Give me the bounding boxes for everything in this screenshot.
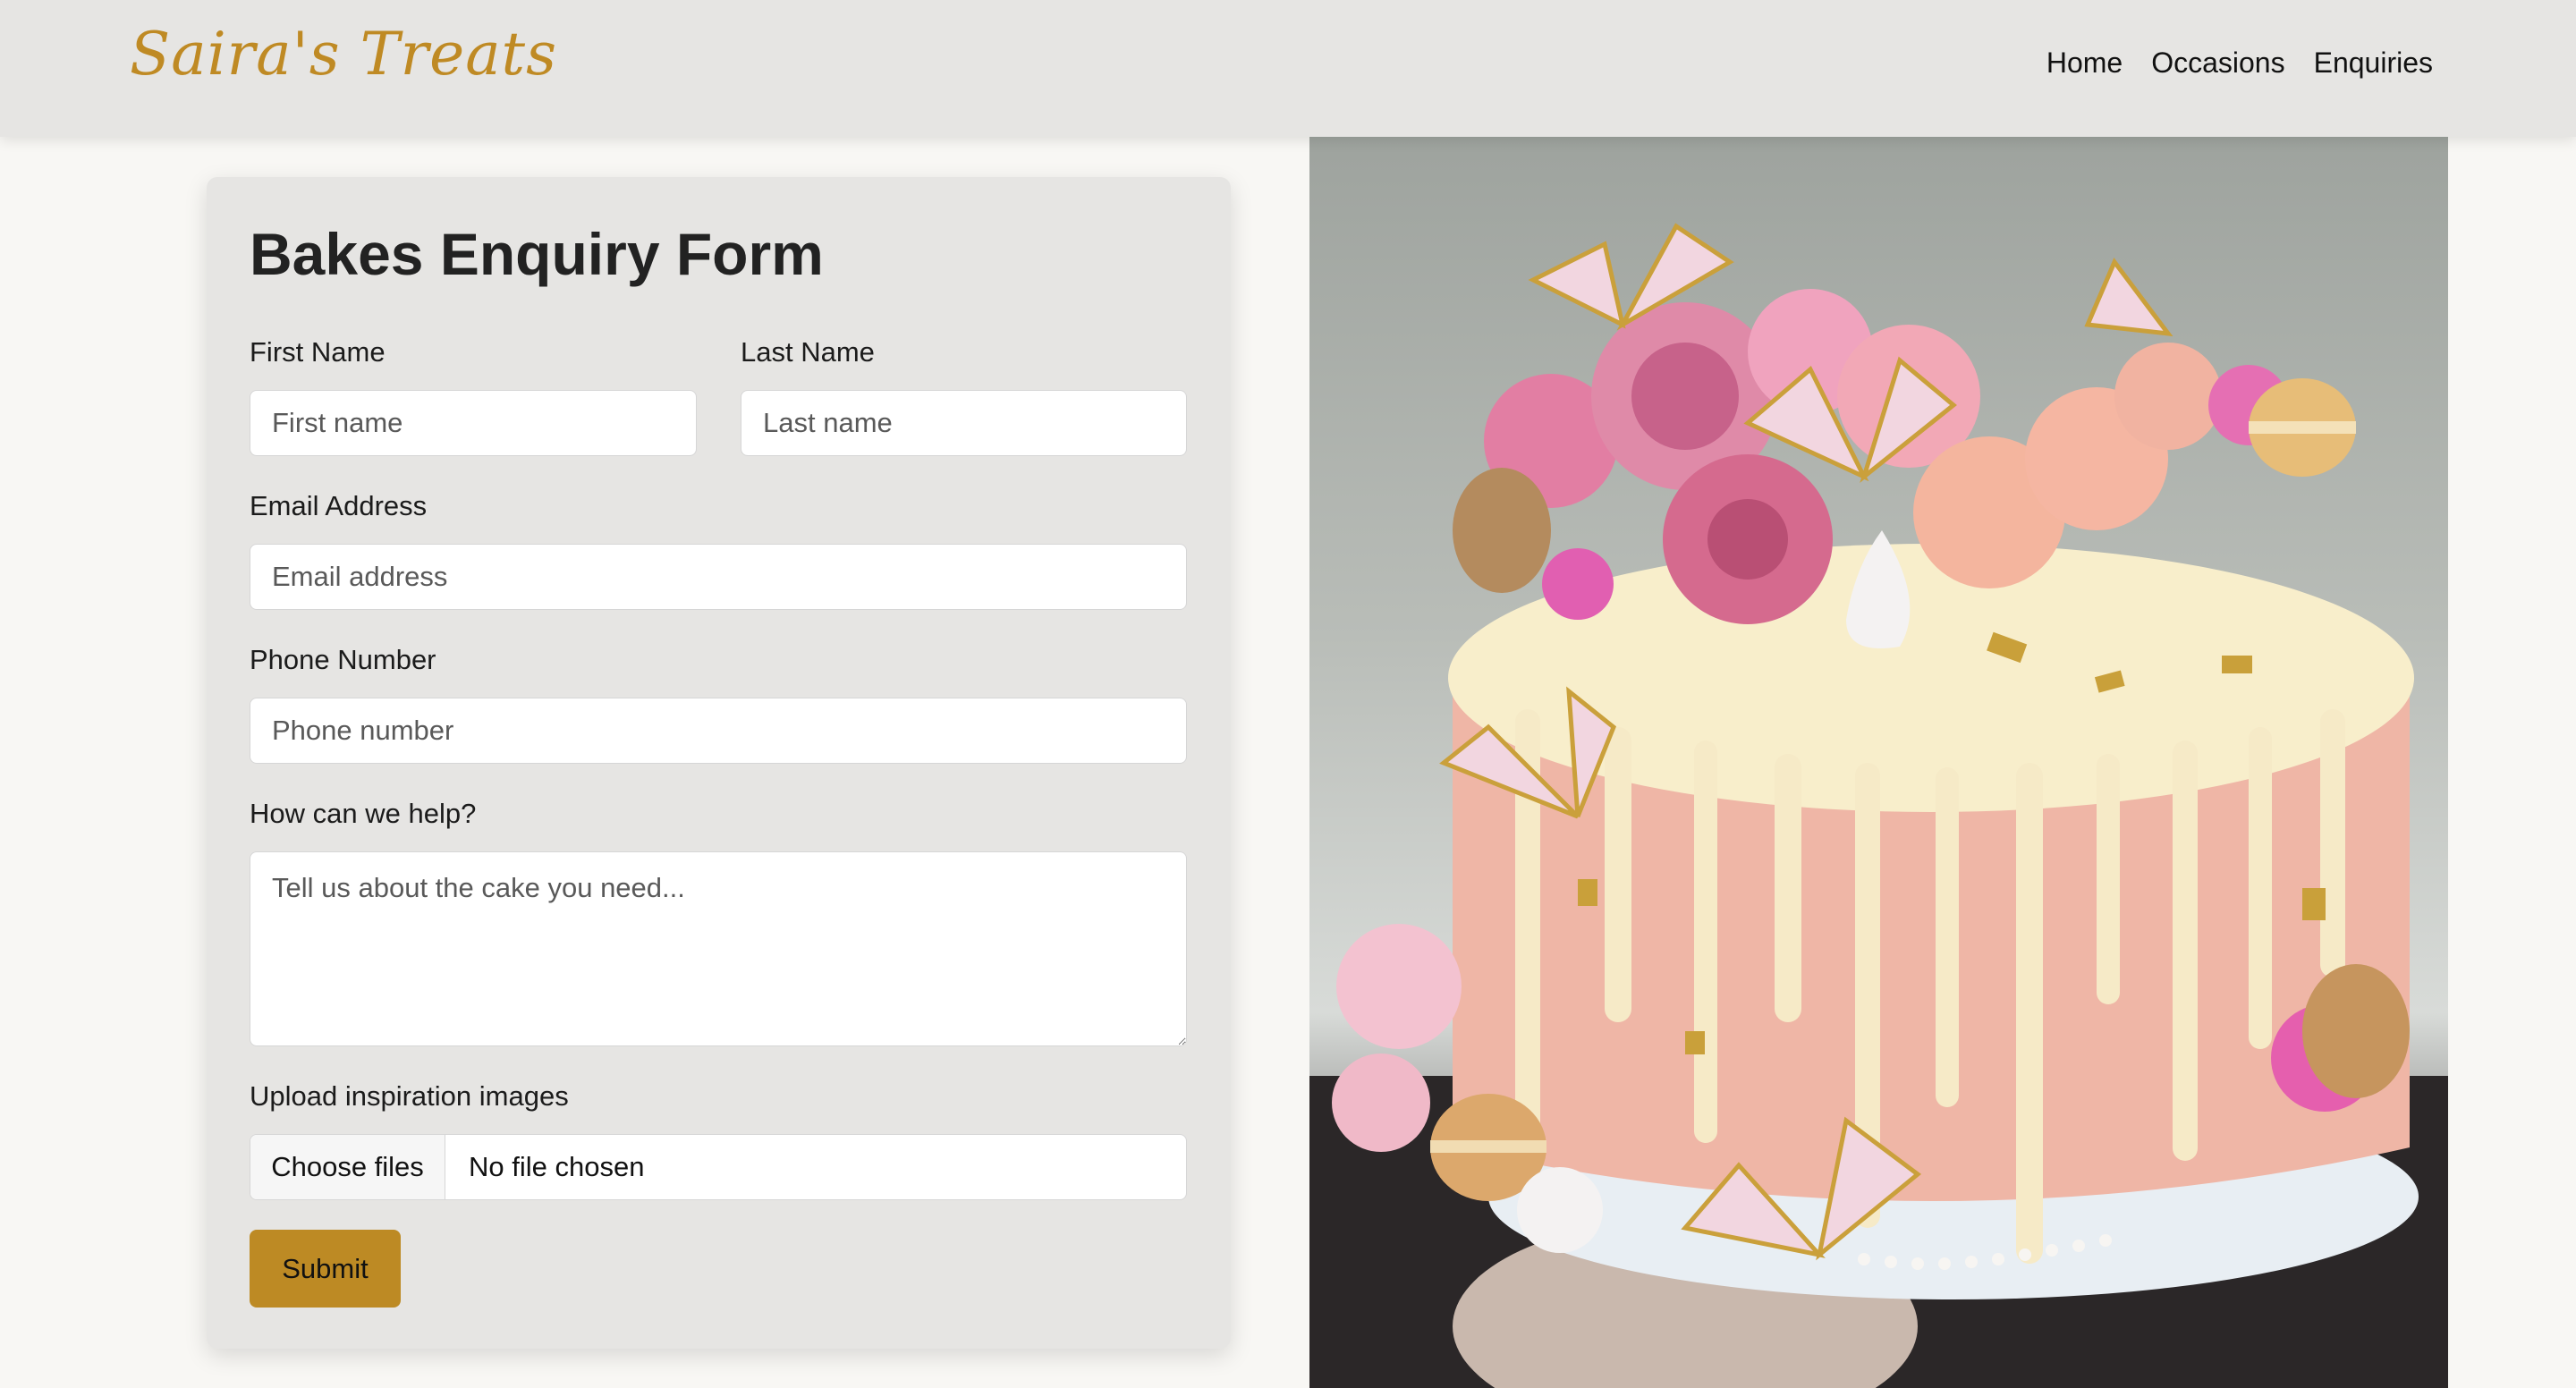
last-name-label: Last Name: [741, 336, 875, 368]
nav-home-link[interactable]: Home: [2046, 47, 2123, 80]
phone-label: Phone Number: [250, 644, 436, 675]
email-label: Email Address: [250, 490, 428, 521]
last-name-input[interactable]: [741, 390, 1187, 456]
message-label: How can we help?: [250, 798, 477, 829]
file-status-text: No file chosen: [469, 1151, 645, 1182]
message-textarea[interactable]: [250, 851, 1187, 1046]
email-input[interactable]: [250, 544, 1187, 610]
choose-files-button[interactable]: Choose files: [250, 1135, 445, 1199]
nav-enquiries-link[interactable]: Enquiries: [2314, 47, 2433, 80]
file-upload-input[interactable]: Choose files No file chosen: [250, 1134, 1187, 1200]
first-name-label: First Name: [250, 336, 386, 368]
phone-input[interactable]: [250, 698, 1187, 764]
upload-label: Upload inspiration images: [250, 1080, 569, 1112]
nav-occasions-link[interactable]: Occasions: [2151, 47, 2284, 80]
navbar: Saira's Treats Home Occasions Enquiries: [0, 0, 2576, 137]
brand-logo[interactable]: Saira's Treats: [130, 20, 557, 89]
cake-image: [1309, 137, 2448, 1388]
enquiry-form-card: Bakes Enquiry Form First Name Last Name …: [207, 177, 1231, 1349]
submit-button[interactable]: Submit: [250, 1230, 401, 1308]
first-name-input[interactable]: [250, 390, 697, 456]
nav-links: Home Occasions Enquiries: [2046, 47, 2433, 80]
form-title: Bakes Enquiry Form: [250, 221, 824, 287]
